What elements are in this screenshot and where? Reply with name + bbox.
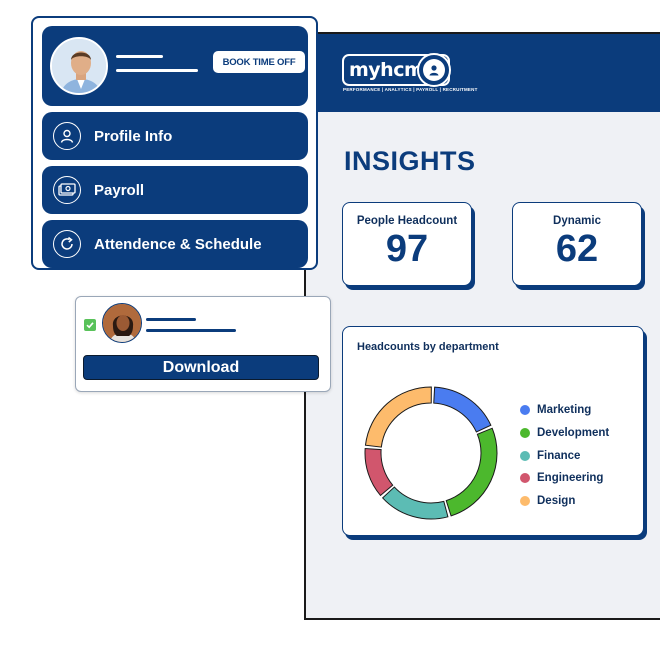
user-icon [53, 122, 81, 150]
legend-dot [520, 473, 530, 484]
legend-label: Development [537, 427, 610, 440]
donut-slice-finance[interactable] [381, 486, 449, 520]
cash-icon [53, 176, 81, 204]
menu-item-label: Attendence & Schedule [94, 235, 262, 253]
menu-item-attendence-schedule[interactable]: Attendence & Schedule [42, 220, 308, 268]
donut-slice-engineering[interactable] [364, 447, 394, 497]
menu-item-label: Profile Info [94, 127, 173, 145]
legend-label: Marketing [537, 404, 592, 417]
stat-card-people-headcount: People Headcount 97 [342, 202, 472, 286]
stat-value: 97 [385, 228, 429, 270]
logo-user-icon [417, 53, 451, 87]
legend-item-design: Design [520, 490, 609, 513]
legend-item-development: Development [520, 422, 609, 445]
logo-text: myhcm [349, 58, 424, 81]
legend-dot [520, 405, 530, 416]
legend-item-finance: Finance [520, 444, 609, 467]
legend-label: Engineering [537, 472, 604, 485]
name-placeholder-line [146, 318, 196, 321]
select-checkbox[interactable] [84, 319, 96, 331]
profile-header: BOOK TIME OFF [42, 26, 308, 106]
stat-label: Dynamic [553, 215, 601, 227]
legend-label: Design [537, 495, 576, 508]
legend-label: Finance [537, 449, 581, 462]
chart-title: Headcounts by department [357, 341, 499, 353]
legend-item-engineering: Engineering [520, 467, 609, 490]
page-title: INSIGHTS [344, 146, 476, 176]
logo-tagline: PERFORMANCE | ANALYTICS | PAYROLL | RECR… [343, 87, 478, 92]
brand-logo[interactable]: myhcm [342, 53, 451, 87]
menu-item-label: Payroll [94, 181, 145, 199]
dashboard-window: myhcm PERFORMANCE | ANALYTICS | PAYROLL … [304, 32, 660, 620]
avatar[interactable] [102, 303, 142, 343]
legend-item-marketing: Marketing [520, 399, 609, 422]
stat-label: People Headcount [356, 215, 458, 227]
stat-value: 62 [555, 228, 599, 270]
check-icon [86, 322, 94, 329]
chart-legend: Marketing Development Finance Engineering De… [520, 399, 609, 512]
legend-dot [520, 496, 530, 507]
download-card: Download [75, 296, 331, 392]
employee-menu-panel: BOOK TIME OFF Profile Info Payroll Atten… [31, 16, 318, 270]
name-placeholder-line [116, 55, 163, 58]
avatar[interactable] [50, 37, 108, 95]
legend-dot [520, 450, 530, 461]
legend-dot [520, 428, 530, 439]
donut-slice-development[interactable] [445, 427, 498, 517]
donut-chart [364, 386, 498, 520]
download-button[interactable]: Download [83, 355, 319, 380]
refresh-icon [53, 230, 81, 258]
headcount-chart-card: Headcounts by department Marketing Develo… [342, 326, 644, 536]
donut-slice-marketing[interactable] [433, 386, 492, 433]
menu-item-profile-info[interactable]: Profile Info [42, 112, 308, 160]
role-placeholder-line [146, 329, 236, 332]
role-placeholder-line [116, 69, 198, 72]
book-time-off-button[interactable]: BOOK TIME OFF [213, 51, 305, 73]
stat-card-dynamic: Dynamic 62 [512, 202, 642, 286]
menu-item-payroll[interactable]: Payroll [42, 166, 308, 214]
dashboard-header: myhcm PERFORMANCE | ANALYTICS | PAYROLL … [306, 34, 660, 112]
donut-slice-design[interactable] [364, 386, 432, 448]
